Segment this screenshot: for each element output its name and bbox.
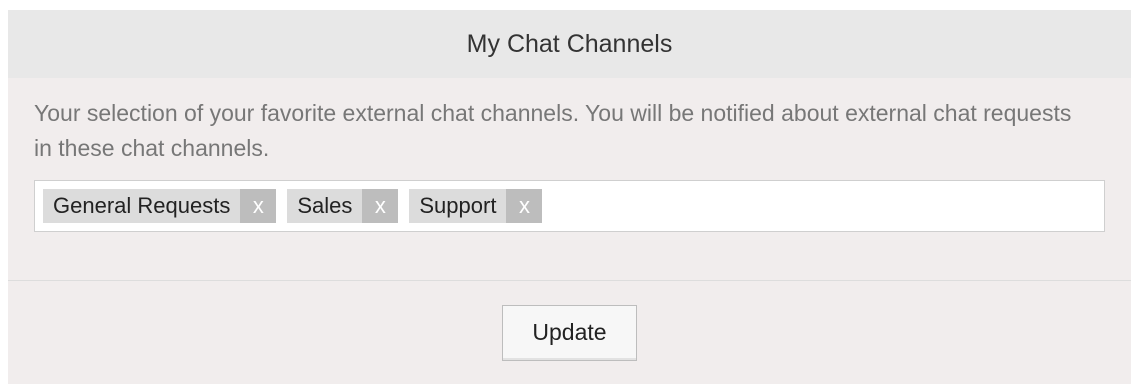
panel-footer: Update	[8, 281, 1131, 384]
remove-tag-icon[interactable]: x	[240, 189, 277, 223]
channel-tag-support: Support x	[409, 189, 543, 223]
channel-tag-general-requests: General Requests x	[43, 189, 277, 223]
update-button[interactable]: Update	[502, 304, 637, 361]
panel-description: Your selection of your favorite external…	[34, 100, 1072, 161]
panel-title: My Chat Channels	[466, 29, 673, 58]
channel-tag-sales: Sales x	[287, 189, 399, 223]
channel-tag-label: Support	[419, 193, 497, 218]
panel-header: My Chat Channels	[8, 10, 1131, 78]
channel-tag-label: Sales	[297, 193, 353, 218]
panel-body: Your selection of your favorite external…	[8, 78, 1131, 232]
channel-search-input[interactable]	[553, 188, 1096, 224]
chat-channels-multiselect[interactable]: General Requests x Sales x Support x	[34, 180, 1105, 232]
channel-tag-label: General Requests	[53, 193, 231, 218]
remove-tag-icon[interactable]: x	[362, 189, 399, 223]
remove-tag-icon[interactable]: x	[506, 189, 543, 223]
chat-channels-panel: My Chat Channels Your selection of your …	[8, 10, 1131, 384]
